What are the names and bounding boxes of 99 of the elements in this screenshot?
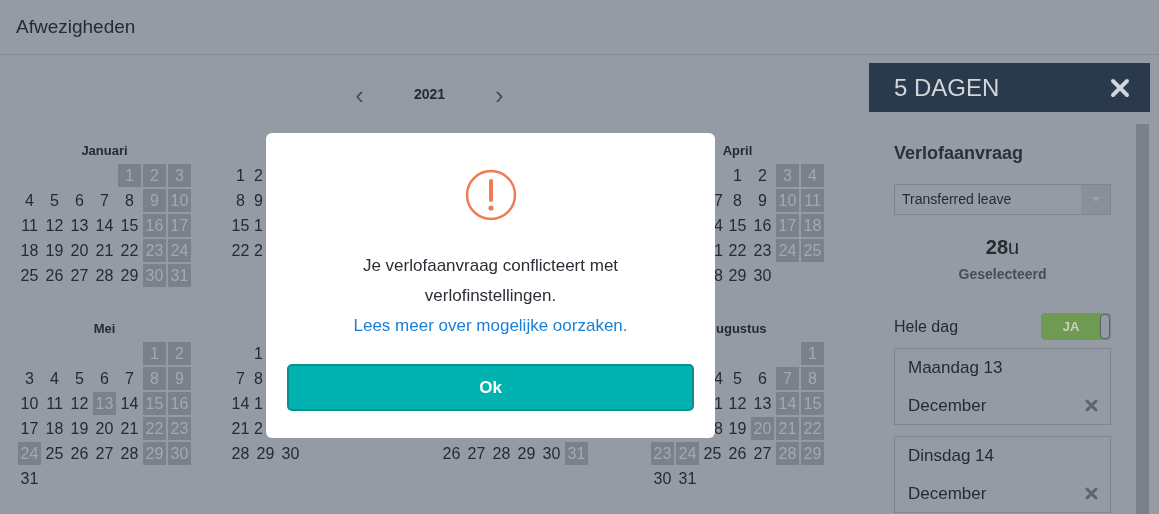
leave-type-select[interactable]: Transferred leave — [894, 184, 1111, 215]
calendar-day[interactable]: 28 — [117, 441, 142, 466]
month-title: Mei — [93, 320, 116, 339]
calendar-day[interactable]: 12 — [42, 213, 67, 238]
calendar-day[interactable]: 2 — [750, 163, 775, 188]
calendar-day[interactable]: 18 — [42, 416, 67, 441]
calendar-day[interactable]: 19 — [67, 416, 92, 441]
dialog-message: Je verlofaanvraag conflicteert met verlofinstellingen. — [361, 255, 620, 307]
sidebar-title: 5 DAGEN — [894, 72, 1000, 103]
calendar-day[interactable]: 16 — [750, 213, 775, 238]
calendar-day[interactable]: 29 — [725, 263, 750, 288]
calendar-day[interactable]: 27 — [92, 441, 117, 466]
calendar-day[interactable]: 27 — [750, 441, 775, 466]
calendar-day[interactable]: 22 — [725, 238, 750, 263]
year-label: 2021 — [413, 85, 446, 104]
calendar-day[interactable]: 5 — [42, 188, 67, 213]
calendar-day[interactable]: 28 — [489, 441, 514, 466]
calendar-day[interactable]: 11 — [42, 391, 67, 416]
month-label: December — [908, 483, 987, 505]
hours-caption: Geselecteerd — [958, 265, 1047, 284]
month-title: Januari — [81, 142, 128, 161]
calendar-day[interactable]: 4 — [17, 188, 42, 213]
calendar-day[interactable]: 28 — [228, 441, 253, 466]
warning-icon — [464, 169, 517, 221]
calendar-day[interactable]: 26 — [725, 441, 750, 466]
calendar-day[interactable]: 14 — [228, 391, 253, 416]
calendar-day[interactable]: 6 — [750, 366, 775, 391]
calendar-day[interactable]: 5 — [67, 366, 92, 391]
hours-total: 28u — [985, 235, 1020, 260]
calendar-day[interactable]: 8 — [228, 188, 253, 213]
calendar-day[interactable]: 14 — [92, 213, 117, 238]
calendar-day[interactable]: 31 — [675, 466, 700, 491]
calendar-day[interactable]: 6 — [67, 188, 92, 213]
calendar-day[interactable]: 4 — [42, 366, 67, 391]
calendar-day[interactable]: 30 — [650, 466, 675, 491]
section-heading: Verlofaanvraag — [894, 142, 1025, 165]
help-link[interactable]: Lees meer over mogelijke oorzaken. — [353, 311, 628, 341]
calendar-day[interactable]: 19 — [725, 416, 750, 441]
calendar-day[interactable]: 23 — [750, 238, 775, 263]
calendar-day[interactable]: 26 — [42, 263, 67, 288]
month-title: April — [722, 142, 753, 161]
day-label: Maandag 13 — [908, 356, 1004, 379]
calendar-day[interactable]: 29 — [514, 441, 539, 466]
calendar-day[interactable]: 21 — [92, 238, 117, 263]
calendar-day[interactable]: 31 — [17, 466, 42, 491]
calendar-day[interactable]: 20 — [92, 416, 117, 441]
calendar-day[interactable]: 17 — [17, 416, 42, 441]
calendar-day[interactable]: 18 — [17, 238, 42, 263]
calendar-day[interactable]: 25 — [17, 263, 42, 288]
calendar-day[interactable]: 29 — [253, 441, 278, 466]
calendar-day[interactable]: 10 — [17, 391, 42, 416]
calendar-day[interactable]: 15 — [725, 213, 750, 238]
calendar-day[interactable]: 21 — [228, 416, 253, 441]
calendar-day[interactable]: 12 — [725, 391, 750, 416]
calendar-day[interactable]: 1 — [228, 163, 253, 188]
calendar-day[interactable]: 26 — [439, 441, 464, 466]
calendar-day[interactable]: 1 — [725, 163, 750, 188]
calendar-day[interactable]: 6 — [92, 366, 117, 391]
calendar-day[interactable]: 29 — [117, 263, 142, 288]
calendar-day[interactable]: 7 — [117, 366, 142, 391]
calendar-day[interactable]: 13 — [750, 391, 775, 416]
calendar-day[interactable]: 25 — [700, 441, 725, 466]
calendar-day[interactable]: 15 — [117, 213, 142, 238]
calendar-day[interactable]: 7 — [228, 366, 253, 391]
scrollbar[interactable] — [1136, 124, 1149, 514]
calendar-day[interactable]: 26 — [67, 441, 92, 466]
remove-icon[interactable] — [1085, 399, 1098, 413]
calendar-day[interactable]: 3 — [17, 366, 42, 391]
calendar-day[interactable]: 21 — [117, 416, 142, 441]
calendar-day[interactable]: 30 — [750, 263, 775, 288]
calendar-day[interactable]: 5 — [725, 366, 750, 391]
calendar-day[interactable]: 30 — [539, 441, 564, 466]
calendar-day[interactable]: 22 — [228, 238, 253, 263]
calendar-day[interactable]: 15 — [228, 213, 253, 238]
calendar-day[interactable]: 11 — [17, 213, 42, 238]
month-title: ugustus — [716, 320, 767, 339]
calendar-day[interactable]: 8 — [117, 188, 142, 213]
calendar-day[interactable]: 12 — [67, 391, 92, 416]
next-year-button[interactable]: › — [495, 81, 504, 108]
calendar-day[interactable]: 28 — [92, 263, 117, 288]
remove-icon[interactable] — [1085, 487, 1098, 501]
page-title: Afwezigheden — [16, 14, 136, 39]
calendar-day[interactable]: 20 — [67, 238, 92, 263]
calendar-day[interactable]: 22 — [117, 238, 142, 263]
calendar-day[interactable]: 30 — [278, 441, 303, 466]
calendar-day[interactable]: 14 — [117, 391, 142, 416]
close-icon[interactable] — [1110, 77, 1130, 98]
day-label: Dinsdag 14 — [908, 444, 995, 467]
calendar-day[interactable]: 27 — [464, 441, 489, 466]
month-label: December — [908, 395, 987, 417]
full-day-label: Hele dag — [894, 316, 959, 337]
calendar-day[interactable]: 9 — [750, 188, 775, 213]
previous-year-button[interactable]: ‹ — [355, 81, 364, 108]
calendar-day[interactable]: 19 — [42, 238, 67, 263]
calendar-day[interactable]: 8 — [725, 188, 750, 213]
calendar-day[interactable]: 7 — [92, 188, 117, 213]
calendar-day[interactable]: 13 — [67, 213, 92, 238]
calendar-day[interactable]: 27 — [67, 263, 92, 288]
calendar-day[interactable]: 25 — [42, 441, 67, 466]
